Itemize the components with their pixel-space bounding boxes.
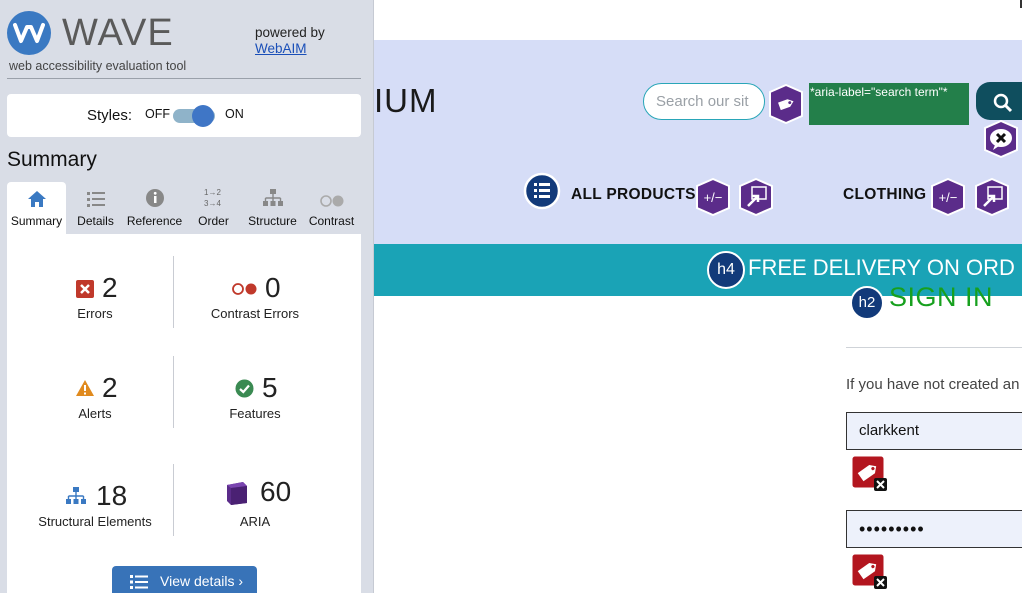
svg-text:+/−: +/−	[704, 190, 723, 205]
styles-toggle-knob[interactable]	[192, 105, 214, 127]
missing-label-error-icon[interactable]	[851, 553, 889, 591]
tab-order-label: Order	[198, 214, 229, 228]
site-brand[interactable]: IUM	[374, 82, 438, 120]
list-icon	[130, 575, 148, 589]
wave-tabs: Summary Details Reference 1→23→4 Order	[7, 182, 361, 234]
password-field[interactable]: •••••••••	[846, 510, 1022, 548]
home-icon	[27, 191, 46, 207]
site-search-button[interactable]	[976, 82, 1022, 120]
aria-expanded-icon[interactable]: +/−	[930, 178, 966, 216]
list-icon	[86, 192, 105, 207]
view-details-label: View details ›	[160, 573, 244, 589]
nav-all-products[interactable]: ALL PRODUCTS	[571, 186, 696, 204]
structural-label: Structural Elements	[38, 514, 152, 529]
styles-label: Styles:	[87, 107, 133, 124]
list-structure-icon[interactable]	[523, 172, 561, 210]
structural-count[interactable]: 18	[96, 480, 127, 512]
tab-contrast[interactable]: Contrast	[302, 182, 361, 234]
svg-text:+/−: +/−	[939, 190, 958, 205]
missing-label-error-icon[interactable]	[851, 455, 889, 493]
view-details-button[interactable]: View details ›	[112, 566, 257, 593]
stats-divider	[173, 356, 174, 428]
powered-by-text: powered by	[255, 25, 325, 40]
wave-subtitle: web accessibility evaluation tool	[9, 59, 187, 73]
info-icon	[145, 189, 164, 207]
summary-heading: Summary	[7, 148, 97, 171]
aria-label: ARIA	[239, 514, 271, 529]
tab-reference-label: Reference	[126, 214, 183, 228]
alerts-count[interactable]: 2	[102, 372, 118, 404]
contrast-errors-count[interactable]: 0	[265, 272, 281, 304]
errors-count[interactable]: 2	[102, 272, 118, 304]
tab-details-label: Details	[77, 214, 114, 228]
webaim-link[interactable]: WebAIM	[255, 41, 307, 56]
tab-summary-label: Summary	[10, 214, 63, 228]
divider	[846, 347, 1022, 348]
tab-details[interactable]: Details	[66, 182, 125, 234]
wave-title: WAVE	[62, 12, 174, 54]
svg-text:1→2: 1→2	[204, 188, 221, 197]
contrast-errors-label: Contrast Errors	[210, 306, 300, 321]
promo-text: FREE DELIVERY ON ORD	[748, 255, 1015, 280]
site-search-input[interactable]: Search our sit	[643, 83, 765, 120]
alerts-label: Alerts	[78, 406, 112, 421]
tab-order[interactable]: 1→2 3→4 Order	[184, 182, 243, 234]
hierarchy-icon	[262, 189, 283, 206]
svg-text:3→4: 3→4	[204, 199, 221, 208]
order-icon: 1→23→4	[204, 188, 221, 208]
aria-popup-icon[interactable]	[738, 178, 774, 216]
powered-by: powered by WebAIM	[255, 25, 325, 57]
features-count[interactable]: 5	[262, 372, 278, 404]
tab-structure-label: Structure	[248, 214, 297, 228]
signin-heading: SIGN IN	[889, 282, 994, 312]
tab-contrast-label: Contrast	[308, 214, 355, 228]
error-empty-button-icon[interactable]	[983, 120, 1019, 158]
styles-off-label: OFF	[145, 107, 170, 121]
heading-h2-icon[interactable]: h2	[850, 286, 884, 320]
contrast-dots-icon	[232, 283, 257, 295]
summary-stats-card: 2 Errors 0 Contrast Errors 2 Alerts 5 Fe…	[7, 234, 361, 593]
aria-expanded-icon[interactable]: +/−	[695, 178, 731, 216]
aria-cube-icon	[227, 482, 247, 505]
styles-toggle-panel: Styles: OFF ON	[7, 94, 361, 137]
username-field[interactable]: clarkkent	[846, 412, 1022, 450]
tab-structure[interactable]: Structure	[243, 182, 302, 234]
alert-triangle-icon	[76, 380, 94, 396]
contrast-icon	[319, 195, 343, 207]
errors-label: Errors	[77, 306, 113, 321]
heading-h4-icon[interactable]: h4	[707, 251, 745, 289]
hierarchy-icon	[66, 487, 86, 504]
stats-divider	[173, 256, 174, 328]
nav-clothing[interactable]: CLOTHING	[843, 186, 926, 204]
features-label: Features	[229, 406, 281, 421]
stats-divider	[173, 464, 174, 536]
header-divider	[7, 78, 361, 79]
check-circle-icon	[235, 379, 254, 398]
error-x-icon	[76, 280, 94, 298]
aria-label-icon[interactable]	[768, 84, 804, 124]
signin-intro-text: If you have not created an	[846, 376, 1020, 393]
wave-sidebar: WAVE web accessibility evaluation tool p…	[0, 0, 374, 593]
page-top-strip	[374, 0, 1022, 40]
search-icon	[993, 93, 1013, 113]
tab-summary[interactable]: Summary	[7, 182, 66, 234]
aria-count[interactable]: 60	[260, 476, 291, 508]
styles-on-label: ON	[225, 107, 244, 121]
tab-reference[interactable]: Reference	[125, 182, 184, 234]
aria-label-annotation: *aria-label="search term"*	[809, 83, 969, 125]
aria-popup-icon[interactable]	[974, 178, 1010, 216]
wave-logo-icon	[7, 11, 51, 55]
